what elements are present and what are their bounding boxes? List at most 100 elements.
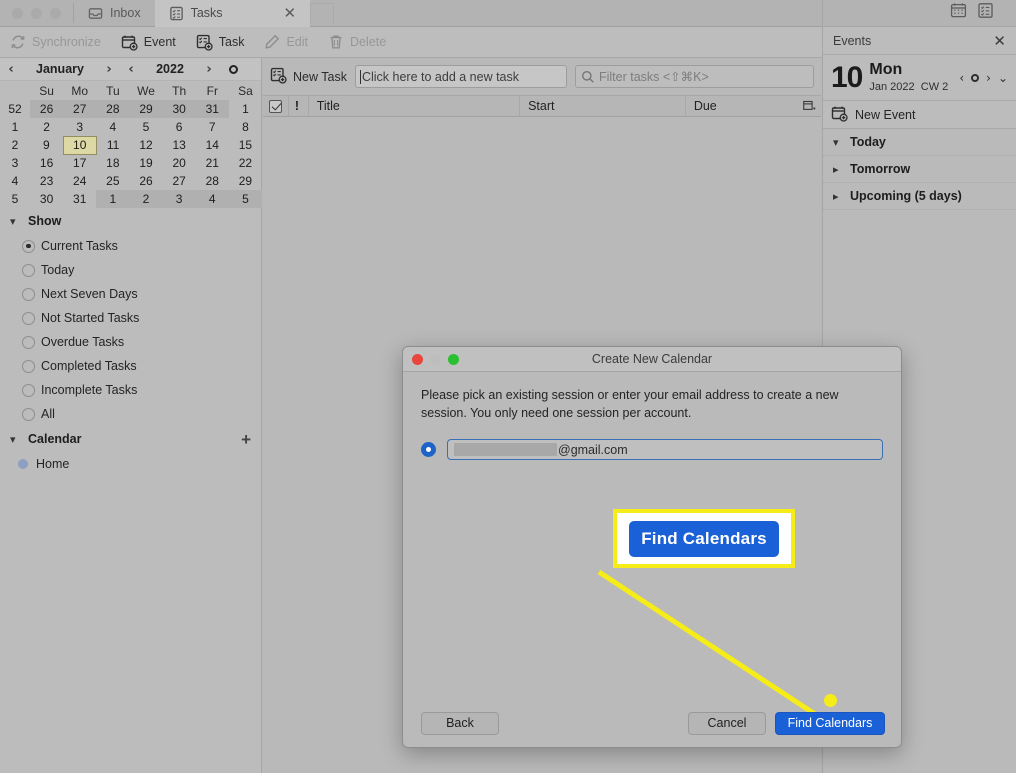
calendar-day[interactable]: 8 <box>229 118 262 136</box>
calendar-day[interactable]: 12 <box>129 136 162 154</box>
calendar-section-header[interactable]: ▾ Calendar + <box>0 426 261 452</box>
show-option-completed-tasks[interactable]: Completed Tasks <box>0 354 261 378</box>
calendar-day[interactable]: 6 <box>163 118 196 136</box>
close-window-button[interactable] <box>12 7 23 19</box>
show-option-overdue-tasks[interactable]: Overdue Tasks <box>0 330 261 354</box>
calendar-view-icon[interactable] <box>950 2 967 24</box>
week-number[interactable]: 5 <box>0 190 30 208</box>
calendar-day[interactable]: 14 <box>196 136 229 154</box>
calendar-day[interactable]: 5 <box>129 118 162 136</box>
calendar-day[interactable]: 25 <box>96 172 129 190</box>
show-option-current-tasks[interactable]: Current Tasks <box>0 234 261 258</box>
new-task-input[interactable]: Click here to add a new task <box>354 65 567 88</box>
close-events-panel-button[interactable]: ✕ <box>993 32 1006 50</box>
show-option-next-seven-days[interactable]: Next Seven Days <box>0 282 261 306</box>
synchronize-button[interactable]: Synchronize <box>0 27 111 58</box>
prev-year-button[interactable]: ‹ <box>120 62 142 77</box>
events-group-today[interactable]: ▾ Today <box>823 129 1016 156</box>
filter-tasks-input[interactable]: Filter tasks <⇧⌘K> <box>574 65 814 88</box>
calendar-day[interactable]: 31 <box>63 190 96 208</box>
show-option-not-started-tasks[interactable]: Not Started Tasks <box>0 306 261 330</box>
calendar-day[interactable]: 4 <box>96 118 129 136</box>
calendar-day[interactable]: 4 <box>195 190 229 208</box>
calendar-day[interactable]: 27 <box>163 172 196 190</box>
calendar-day-selected[interactable]: 10 <box>62 135 97 155</box>
column-chooser-icon[interactable] <box>795 95 821 117</box>
calendar-day[interactable]: 29 <box>129 100 163 118</box>
today-button[interactable] <box>220 64 246 74</box>
prev-day-button[interactable]: ‹ <box>959 71 964 85</box>
calendar-day[interactable]: 29 <box>229 172 262 190</box>
select-all-checkbox[interactable] <box>269 99 282 113</box>
column-header-title[interactable]: Title <box>309 95 521 117</box>
calendar-day[interactable]: 26 <box>129 172 162 190</box>
calendar-day[interactable]: 13 <box>163 136 196 154</box>
calendar-day[interactable]: 1 <box>96 190 130 208</box>
radio-button[interactable] <box>22 359 35 373</box>
calendar-day[interactable]: 20 <box>163 154 196 172</box>
new-task-button[interactable]: New Task <box>270 67 347 87</box>
week-number[interactable]: 4 <box>0 172 30 190</box>
cancel-button[interactable]: Cancel <box>688 711 766 735</box>
delete-button[interactable]: Delete <box>318 27 396 58</box>
find-calendars-button[interactable]: Find Calendars <box>775 711 885 735</box>
calendar-day[interactable]: 19 <box>129 154 162 172</box>
radio-button[interactable] <box>22 263 35 277</box>
week-number[interactable]: 52 <box>0 100 30 118</box>
calendar-day[interactable]: 9 <box>30 136 63 154</box>
radio-button[interactable] <box>22 287 35 301</box>
calendar-day[interactable]: 7 <box>196 118 229 136</box>
show-section-header[interactable]: ▾ Show <box>0 208 261 234</box>
calendar-day[interactable]: 18 <box>96 154 129 172</box>
next-day-button[interactable]: › <box>986 71 991 85</box>
column-header-checkbox[interactable] <box>263 95 289 117</box>
calendar-day[interactable]: 11 <box>96 136 129 154</box>
calendar-day[interactable]: 26 <box>30 100 64 118</box>
show-option-all[interactable]: All <box>0 402 261 426</box>
email-field[interactable]: @gmail.com <box>447 439 883 461</box>
next-month-button[interactable]: › <box>98 62 120 77</box>
column-header-start[interactable]: Start <box>520 95 686 117</box>
minimize-window-button[interactable] <box>31 7 42 19</box>
show-option-today[interactable]: Today <box>0 258 261 282</box>
week-number[interactable]: 2 <box>0 136 30 154</box>
events-group-upcoming-5-days-[interactable]: ▸ Upcoming (5 days) <box>823 183 1016 210</box>
next-year-button[interactable]: › <box>198 62 220 77</box>
task-button[interactable]: Task <box>186 27 255 58</box>
calendar-day[interactable]: 28 <box>96 100 130 118</box>
expand-date-picker-icon[interactable]: ⌄ <box>998 71 1008 85</box>
calendar-day[interactable]: 28 <box>196 172 229 190</box>
prev-month-button[interactable]: ‹ <box>0 62 22 77</box>
calendar-day[interactable]: 1 <box>229 100 262 118</box>
calendar-day[interactable]: 3 <box>63 118 96 136</box>
week-number[interactable]: 1 <box>0 118 30 136</box>
back-button[interactable]: Back <box>421 711 499 735</box>
calendar-list-item[interactable]: Home <box>0 452 261 476</box>
calendar-day[interactable]: 5 <box>228 190 262 208</box>
event-button[interactable]: Event <box>111 27 186 58</box>
calendar-day[interactable]: 16 <box>30 154 63 172</box>
radio-button[interactable] <box>22 311 35 325</box>
calendar-day[interactable]: 30 <box>30 190 63 208</box>
calendar-day[interactable]: 2 <box>129 190 163 208</box>
session-radio-button[interactable] <box>421 442 436 458</box>
calendar-day[interactable]: 17 <box>63 154 96 172</box>
week-number[interactable]: 3 <box>0 154 30 172</box>
calendar-day[interactable]: 27 <box>63 100 97 118</box>
calendar-day[interactable]: 2 <box>30 118 63 136</box>
edit-button[interactable]: Edit <box>254 27 318 58</box>
calendar-day[interactable]: 21 <box>196 154 229 172</box>
events-group-tomorrow[interactable]: ▸ Tomorrow <box>823 156 1016 183</box>
tab-tasks[interactable]: Tasks ✕ <box>154 0 311 27</box>
today-button[interactable] <box>971 73 980 82</box>
radio-button[interactable] <box>22 407 35 421</box>
add-calendar-button[interactable]: + <box>241 431 251 448</box>
radio-button[interactable] <box>22 383 35 397</box>
new-tab-stub[interactable] <box>310 2 335 24</box>
calendar-day[interactable]: 3 <box>162 190 196 208</box>
calendar-day[interactable]: 22 <box>229 154 262 172</box>
task-view-icon[interactable] <box>977 2 994 24</box>
calendar-day[interactable]: 30 <box>162 100 196 118</box>
show-option-incomplete-tasks[interactable]: Incomplete Tasks <box>0 378 261 402</box>
close-tab-button[interactable]: ✕ <box>284 5 297 21</box>
